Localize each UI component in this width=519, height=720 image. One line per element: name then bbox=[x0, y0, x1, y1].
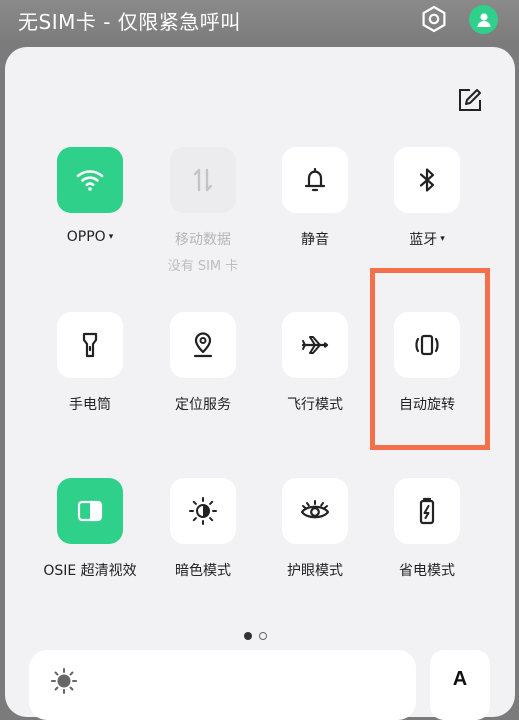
status-text: 无SIM卡 - 仅限紧急呼叫 bbox=[18, 10, 241, 34]
tile-wifi-label: OPPO ▾ bbox=[66, 229, 114, 245]
status-bar: 无SIM卡 - 仅限紧急呼叫 bbox=[0, 0, 519, 40]
brightness-icon bbox=[51, 668, 77, 694]
tile-bluetooth[interactable]: 蓝牙 ▾ bbox=[372, 147, 482, 249]
tile-mobile-data-sub: 没有 SIM 卡 bbox=[167, 259, 239, 274]
edit-icon bbox=[459, 89, 481, 111]
tile-bluetooth-label: 蓝牙 ▾ bbox=[409, 232, 445, 248]
settings-button[interactable] bbox=[419, 4, 449, 34]
mobile-data-icon bbox=[193, 168, 213, 192]
tile-dark-mode-label: 暗色模式 bbox=[175, 563, 231, 579]
osie-icon bbox=[77, 500, 103, 522]
tile-mobile-data-box[interactable] bbox=[170, 147, 236, 213]
tile-flashlight-label: 手电筒 bbox=[69, 397, 111, 413]
airplane-icon bbox=[301, 336, 329, 354]
wifi-icon bbox=[76, 170, 104, 191]
tile-location-box[interactable] bbox=[170, 312, 236, 378]
tile-flashlight-box[interactable] bbox=[57, 312, 123, 378]
tile-silent-box[interactable] bbox=[282, 147, 348, 213]
tile-dark-mode[interactable]: 暗色模式 bbox=[148, 478, 258, 580]
tile-wifi-box[interactable] bbox=[57, 147, 123, 213]
wifi-caret: ▾ bbox=[108, 232, 114, 242]
tile-osie-label: OSIE 超清视效 bbox=[43, 563, 137, 579]
tile-silent[interactable]: 静音 bbox=[260, 147, 370, 249]
tile-wifi[interactable]: OPPO ▾ bbox=[35, 147, 145, 245]
page-indicator bbox=[244, 632, 267, 640]
tile-battery-saver[interactable]: 省电模式 bbox=[372, 478, 482, 580]
tile-battery-saver-label: 省电模式 bbox=[399, 563, 455, 579]
highlight-box bbox=[370, 268, 490, 450]
tile-silent-label: 静音 bbox=[301, 232, 329, 248]
bluetooth-icon bbox=[419, 168, 435, 192]
tile-location-label: 定位服务 bbox=[175, 397, 231, 413]
tile-flashlight[interactable]: 手电筒 bbox=[35, 312, 145, 414]
gear-icon bbox=[422, 5, 446, 33]
font-size-button[interactable]: A bbox=[430, 650, 490, 720]
dark-mode-icon bbox=[189, 497, 217, 525]
tile-eye-comfort[interactable]: 护眼模式 bbox=[260, 478, 370, 580]
bell-icon bbox=[304, 167, 326, 192]
brightness-slider[interactable] bbox=[29, 650, 416, 720]
battery-saver-icon bbox=[419, 497, 435, 525]
flashlight-icon bbox=[82, 332, 98, 358]
tile-mobile-data[interactable]: 移动数据 没有 SIM 卡 bbox=[148, 147, 258, 274]
bluetooth-caret: ▾ bbox=[440, 234, 445, 244]
page-dot-2[interactable] bbox=[259, 632, 267, 640]
tile-osie-box[interactable] bbox=[57, 478, 123, 544]
tile-battery-saver-box[interactable] bbox=[394, 478, 460, 544]
tile-airplane[interactable]: 飞行模式 bbox=[260, 312, 370, 414]
tile-mobile-data-label: 移动数据 bbox=[175, 232, 231, 248]
tile-airplane-box[interactable] bbox=[282, 312, 348, 378]
tile-location[interactable]: 定位服务 bbox=[148, 312, 258, 414]
tile-eye-comfort-label: 护眼模式 bbox=[287, 563, 343, 579]
page-dot-1[interactable] bbox=[244, 632, 252, 640]
eye-icon bbox=[300, 500, 330, 519]
tile-bluetooth-box[interactable] bbox=[394, 147, 460, 213]
edit-button[interactable] bbox=[455, 85, 485, 115]
tile-airplane-label: 飞行模式 bbox=[287, 397, 343, 413]
tile-dark-mode-box[interactable] bbox=[170, 478, 236, 544]
tile-eye-comfort-box[interactable] bbox=[282, 478, 348, 544]
location-icon bbox=[193, 332, 213, 358]
user-icon bbox=[477, 12, 490, 27]
avatar[interactable] bbox=[469, 5, 498, 34]
tile-osie[interactable]: OSIE 超清视效 bbox=[35, 478, 145, 580]
